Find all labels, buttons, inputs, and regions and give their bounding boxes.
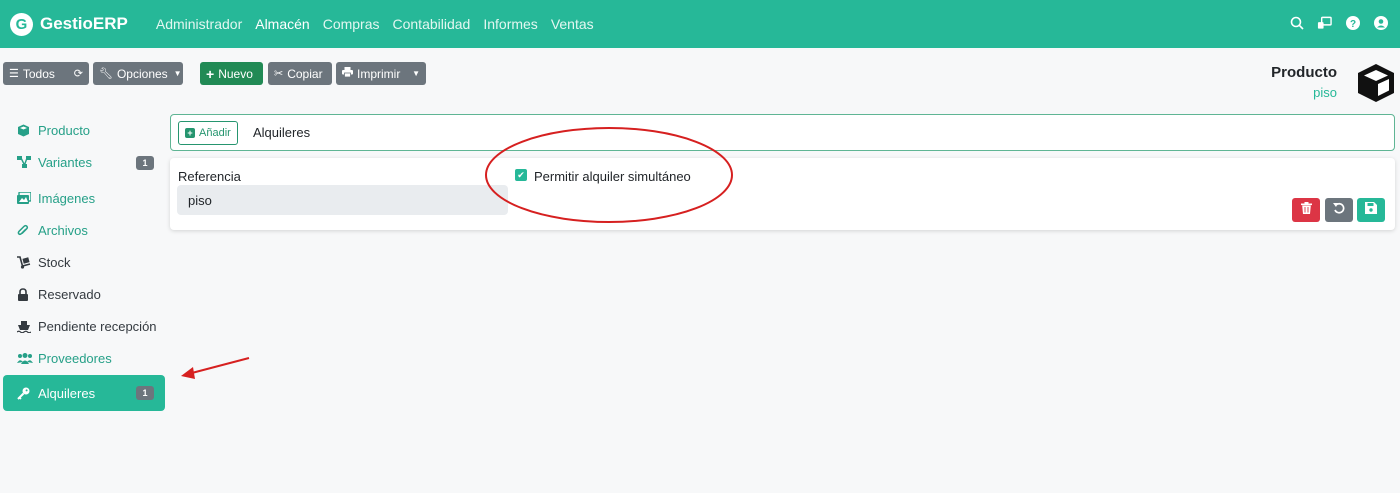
caret-down-icon[interactable]: ▼ [412,69,420,78]
imprimir-button[interactable]: Imprimir ▼ [336,62,426,85]
copiar-label: Copiar [287,66,323,81]
nav-almacen[interactable]: Almacén [255,16,309,32]
simultaneous-rental-checkbox[interactable]: ✔ [515,169,527,181]
ship-icon [17,320,33,333]
main-menu: Administrador Almacén Compras Contabilid… [156,16,607,32]
sidebar-item-proveedores[interactable]: Proveedores [3,343,165,373]
sidebar-item-producto[interactable]: Producto [3,115,165,145]
wrench-icon: 🔧︎ [99,68,113,80]
opciones-button[interactable]: 🔧︎ Opciones ▼ [93,62,183,85]
sidebar-item-label: Stock [38,254,71,270]
box-icon [1355,62,1397,109]
sidebar-item-label: Alquileres [38,385,96,401]
plus-icon: + [206,65,215,82]
refresh-icon[interactable]: ⟳ [74,67,83,80]
copiar-button[interactable]: ✂ Copiar [268,62,332,85]
nav-administrador[interactable]: Administrador [156,16,242,32]
nav-informes[interactable]: Informes [483,16,537,32]
section-header: + Añadir Alquileres [170,114,1395,151]
sidebar-item-label: Variantes [38,154,92,170]
sidebar-item-label: Archivos [38,222,88,238]
print-icon [342,67,353,80]
arrow-head [181,367,195,379]
add-button[interactable]: + Añadir [178,121,238,145]
sidebar-item-label: Reservado [38,286,101,302]
add-label: Añadir [199,127,231,139]
count-badge: 1 [136,156,154,170]
nav-compras[interactable]: Compras [323,16,380,32]
users-icon [17,352,33,364]
check-icon: ✔ [517,169,525,180]
dolly-icon [17,255,33,269]
opciones-label: Opciones [116,66,168,81]
nav-ventas[interactable]: Ventas [551,16,594,32]
page-title: Producto [1271,64,1337,81]
sidebar-item-pendiente-recepcion[interactable]: Pendiente recepción [3,311,165,341]
page-subtitle[interactable]: piso [1313,85,1337,100]
svg-text:?: ? [1349,19,1355,30]
reference-label: Referencia [178,169,241,184]
nuevo-button[interactable]: + Nuevo [200,62,263,85]
save-button[interactable] [1357,198,1385,222]
delete-button[interactable] [1292,198,1320,222]
search-icon[interactable] [1289,15,1304,30]
sidebar-item-imagenes[interactable]: Imágenes [3,183,165,213]
undo-icon [1333,201,1345,219]
plus-square-icon: + [185,128,195,138]
nuevo-label: Nuevo [218,66,253,81]
save-icon [1365,201,1377,219]
images-icon [17,192,33,204]
key-icon [17,387,33,400]
sidebar-item-variantes[interactable]: Variantes 1 [3,147,165,177]
trash-icon [1300,201,1312,219]
top-navbar: G GestioERP Administrador Almacén Compra… [0,0,1400,48]
reference-field[interactable]: piso [177,185,508,215]
list-icon: ☰ [9,68,19,80]
remote-icon[interactable] [1317,15,1332,30]
sidebar-item-alquileres[interactable]: Alquileres 1 [3,375,165,411]
user-icon[interactable] [1373,15,1388,30]
brand[interactable]: G GestioERP [10,12,128,36]
rental-form-card: Referencia piso ✔ Permitir alquiler simu… [170,158,1395,230]
brand-name: GestioERP [40,14,128,33]
sidebar-item-label: Pendiente recepción [38,318,157,334]
sidebar-item-reservado[interactable]: Reservado [3,279,165,309]
undo-button[interactable] [1325,198,1353,222]
lock-icon [17,287,33,301]
brand-logo: G [10,12,33,36]
simultaneous-rental-label[interactable]: Permitir alquiler simultáneo [534,169,691,184]
caret-down-icon: ▼ [173,69,182,78]
sidebar-item-archivos[interactable]: Archivos [3,215,165,245]
cube-icon [17,124,33,137]
sidebar-item-stock[interactable]: Stock [3,247,165,277]
section-title: Alquileres [253,125,311,140]
sidebar-item-label: Proveedores [38,350,112,366]
sidebar-item-label: Producto [38,122,91,138]
paperclip-icon [17,224,33,237]
scissors-icon: ✂ [274,68,284,80]
count-badge: 1 [136,386,154,400]
help-icon[interactable]: ? [1345,15,1360,30]
imprimir-label: Imprimir [357,66,401,81]
sitemap-icon [17,156,33,168]
todos-button[interactable]: ☰ Todos ⟳ [3,62,89,85]
pointer-arrow [187,357,250,375]
nav-contabilidad[interactable]: Contabilidad [393,16,471,32]
sidebar-item-label: Imágenes [38,190,96,206]
todos-label: Todos [22,66,55,81]
